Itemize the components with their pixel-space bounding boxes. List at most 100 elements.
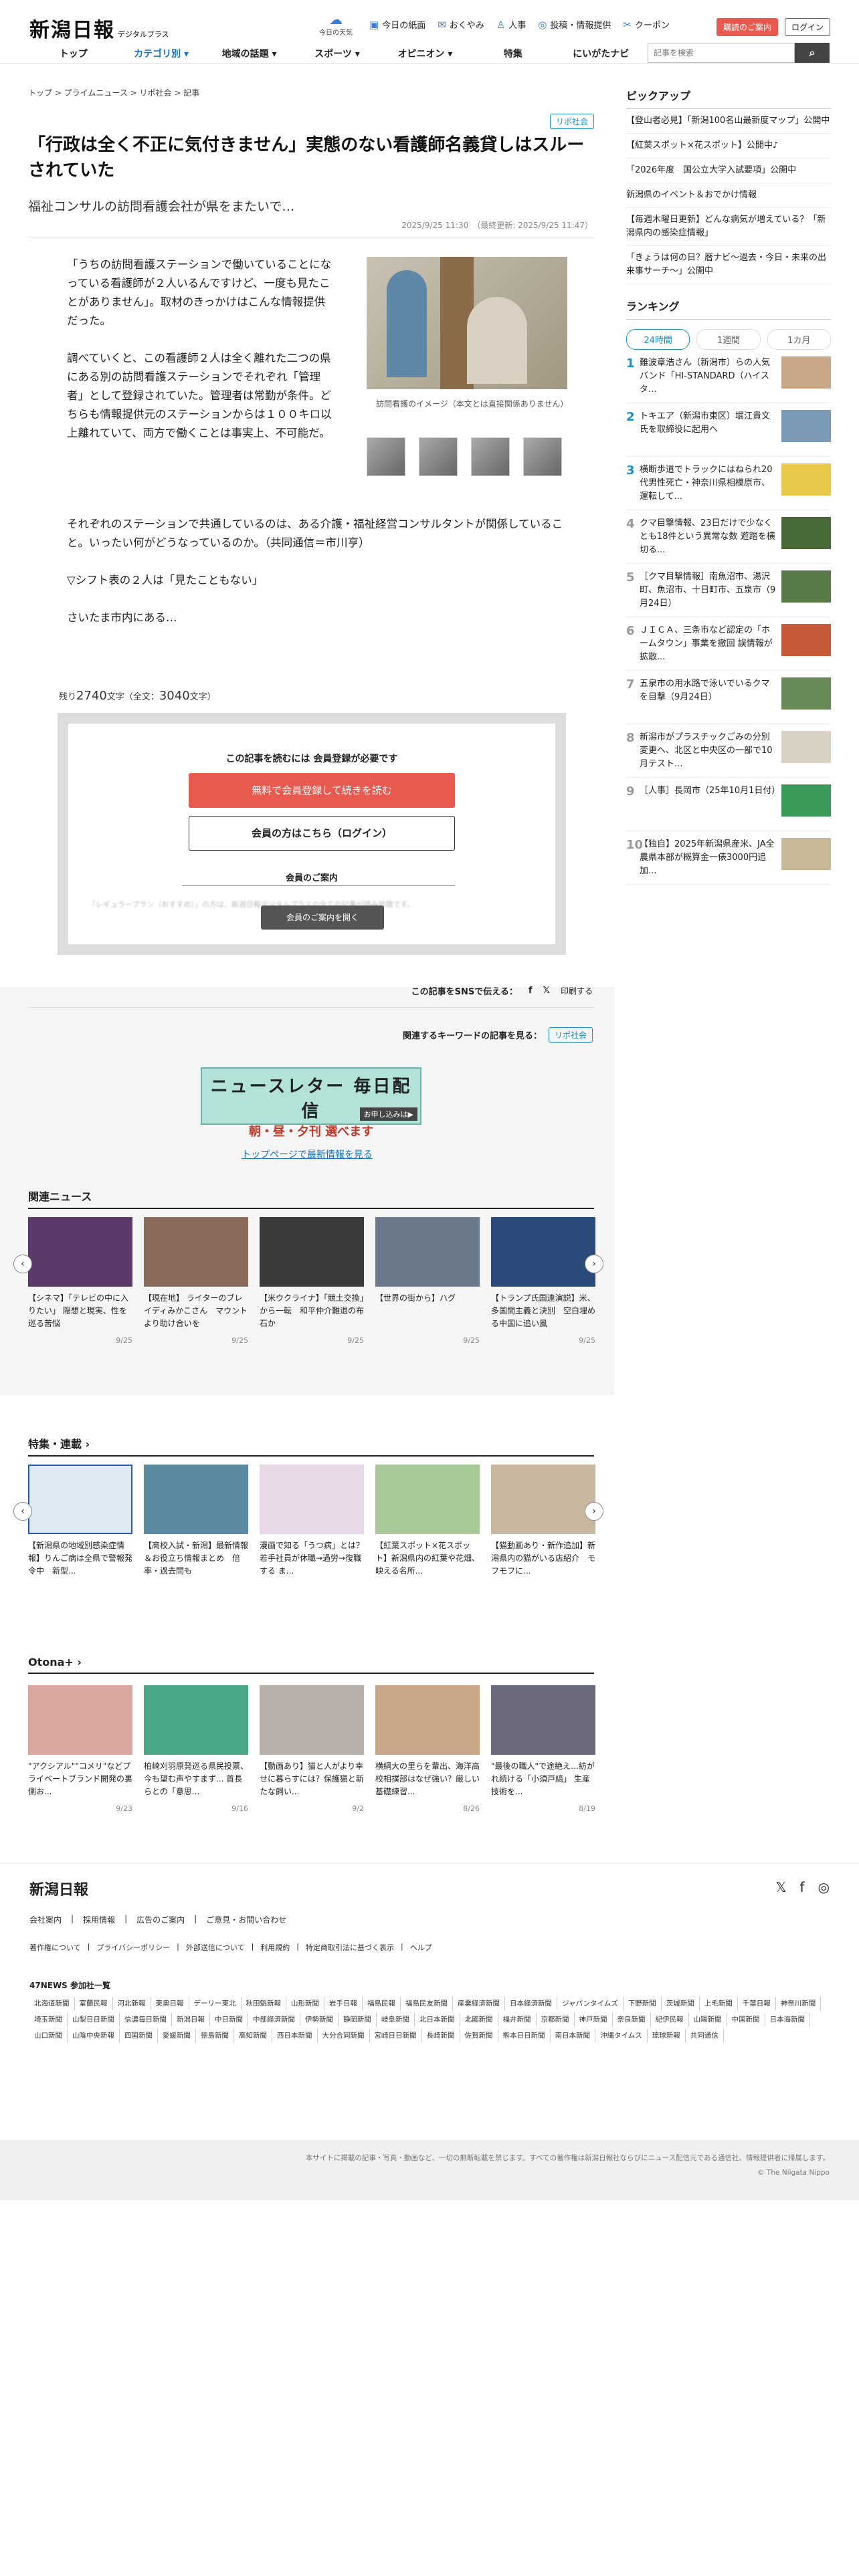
partner-paper-link[interactable]: 日本海新聞 bbox=[765, 2013, 810, 2026]
nav-opinion[interactable]: オピニオン ▾ bbox=[381, 43, 469, 66]
feature-card[interactable]: 【高校入試・新潟】最新情報＆お役立ち情報まとめ 倍率・過去問も bbox=[144, 1465, 248, 1578]
article-photo[interactable] bbox=[367, 257, 567, 389]
partner-paper-link[interactable]: 秋田魁新報 bbox=[242, 1997, 286, 2010]
keyword-tag[interactable]: リポ社会 bbox=[548, 1027, 593, 1043]
facebook-icon[interactable]: f bbox=[529, 986, 533, 996]
footer-link[interactable]: 会社案内 bbox=[29, 1914, 62, 1925]
pickup-item[interactable]: 【登山者必見】「新潟100名山最新度マップ」公開中 bbox=[626, 109, 831, 134]
weather-widget[interactable]: ☁ 今日の天気 bbox=[316, 12, 356, 37]
partner-paper-link[interactable]: 四国新聞 bbox=[120, 2029, 158, 2042]
site-logo[interactable]: 新潟日報 デジタルプラス bbox=[29, 13, 169, 43]
chevron-left-icon[interactable]: ‹ bbox=[13, 1502, 32, 1521]
otona-card[interactable]: 柏崎刈羽原発巡る県民投票、今も望む声やすまず... 首長らとの「意思... 9/1… bbox=[144, 1685, 248, 1813]
subscribe-button[interactable]: 購読のご案内 bbox=[717, 18, 779, 36]
tab-1week[interactable]: 1週間 bbox=[696, 329, 761, 350]
partner-paper-link[interactable]: 東奥日報 bbox=[151, 1997, 189, 2010]
feature-card[interactable]: 漫画で知る「うつ病」とは？ 若手社員が休職→過労→復職する ま... bbox=[260, 1465, 364, 1578]
partner-paper-link[interactable]: 中日新聞 bbox=[210, 2013, 248, 2026]
partner-paper-link[interactable]: 新潟日報 bbox=[172, 2013, 210, 2026]
partner-paper-link[interactable]: 山口新聞 bbox=[29, 2029, 68, 2042]
partner-paper-link[interactable]: 千葉日報 bbox=[738, 1997, 776, 2010]
login-button[interactable]: ログイン bbox=[785, 18, 831, 36]
ranking-item[interactable]: 4 クマ目撃情報、23日だけで少なくとも18件という異常な数 遊踏を横切る... bbox=[626, 510, 831, 564]
partner-paper-link[interactable]: 紀伊民報 bbox=[651, 2013, 689, 2026]
partner-paper-link[interactable]: 愛媛新聞 bbox=[158, 2029, 196, 2042]
otona-card[interactable]: "最後の職人"で途絶え…紡がれ続ける「小須戸縞」 生産技術を... 8/19 bbox=[491, 1685, 595, 1813]
util-submit[interactable]: ◎ 投稿・情報提供 bbox=[538, 18, 611, 31]
partner-paper-link[interactable]: ジャパンタイムズ bbox=[557, 1997, 624, 2010]
related-card[interactable]: 【現在地】 ライターのブレイディみかこさん マウントより助け合いを 9/25 bbox=[144, 1217, 248, 1345]
related-card[interactable]: 【米ウクライナ】「競土交換」から一転 和平仲介難退の布石か 9/25 bbox=[260, 1217, 364, 1345]
ranking-item[interactable]: 2 トキエア（新潟市東区）堀江貴文氏を取締役に起用へ bbox=[626, 403, 831, 457]
footer-link[interactable]: 外部送信について bbox=[186, 1942, 245, 1953]
facebook-icon[interactable]: f bbox=[800, 1879, 805, 1895]
partner-paper-link[interactable]: 京都新聞 bbox=[537, 2013, 575, 2026]
partner-paper-link[interactable]: 長崎新聞 bbox=[422, 2029, 460, 2042]
ranking-item[interactable]: 7 五泉市の用水路で泳いでいるクマを目撃（9月24日） bbox=[626, 671, 831, 724]
search-input[interactable] bbox=[648, 43, 795, 63]
otona-card[interactable]: "アクシアル""コメリ"などプライベートブランド開発の裏側お... 9/23 bbox=[28, 1685, 132, 1813]
print-button[interactable]: 印刷する bbox=[561, 985, 593, 996]
member-login-button[interactable]: 会員の方はこちら（ログイン） bbox=[189, 816, 455, 851]
otona-heading[interactable]: Otona+ › bbox=[28, 1656, 594, 1674]
nav-sports[interactable]: スポーツ ▾ bbox=[293, 43, 381, 66]
related-card[interactable]: 【世界の街から】ハグ 9/25 bbox=[375, 1217, 480, 1345]
pickup-item[interactable]: 【紅葉スポット×花スポット】公開中♪ bbox=[626, 134, 831, 158]
partner-paper-link[interactable]: 静岡新聞 bbox=[339, 2013, 377, 2026]
footer-link[interactable]: 著作権について bbox=[29, 1942, 81, 1953]
open-guide-button[interactable]: 会員のご案内を開く bbox=[261, 905, 384, 930]
partner-paper-link[interactable]: 茨城新聞 bbox=[662, 1997, 700, 2010]
partner-paper-link[interactable]: 神奈川新聞 bbox=[776, 1997, 822, 2010]
partner-paper-link[interactable]: 奈良新聞 bbox=[613, 2013, 651, 2026]
nav-top[interactable]: トップ bbox=[29, 43, 117, 66]
feature-card[interactable]: 【猫動画あり・新作追加】新潟県内の猫がいる店紹介 モフモフに... bbox=[491, 1465, 595, 1578]
partner-paper-link[interactable]: 北國新聞 bbox=[460, 2013, 498, 2026]
footer-link[interactable]: プライバシーポリシー bbox=[96, 1942, 170, 1953]
x-icon[interactable]: 𝕏 bbox=[543, 986, 550, 996]
pickup-item[interactable]: 「2026年度 国公立大学入試要項」公開中 bbox=[626, 158, 831, 183]
ranking-item[interactable]: 6 ＪＩＣＡ、三条市など認定の「ホームタウン」事業を撤回 誤情報が拡散... bbox=[626, 617, 831, 671]
photo-thumb[interactable] bbox=[367, 437, 405, 476]
pickup-item[interactable]: 新潟県のイベント＆おでかけ情報 bbox=[626, 183, 831, 208]
feature-card[interactable]: 【新潟県の地域別感染症情報】りんご病は全県で警報発令中 新型... bbox=[28, 1465, 132, 1578]
partner-paper-link[interactable]: 岐阜新聞 bbox=[377, 2013, 415, 2026]
ranking-item[interactable]: 3 横断歩道でトラックにはねられ20代男性死亡・神奈川県相模原市、運転して... bbox=[626, 457, 831, 510]
ranking-item[interactable]: 1 難波章浩さん（新潟市）らの人気バンド「HI-STANDARD（ハイスタ... bbox=[626, 350, 831, 403]
partner-paper-link[interactable]: 福井新聞 bbox=[498, 2013, 537, 2026]
pickup-item[interactable]: 【毎週木曜日更新】どんな病気が増えている？「新潟県内の感染症情報」 bbox=[626, 208, 831, 246]
footer-link[interactable]: 広告のご案内 bbox=[136, 1914, 185, 1925]
photo-thumb[interactable] bbox=[471, 437, 510, 476]
chevron-right-icon[interactable]: › bbox=[585, 1255, 603, 1273]
partner-paper-link[interactable]: 伊勢新聞 bbox=[300, 2013, 339, 2026]
partner-paper-link[interactable]: 北海道新聞 bbox=[29, 1997, 75, 2010]
article-tag[interactable]: リポ社会 bbox=[549, 114, 594, 129]
related-card[interactable]: 【シネマ】「テレビの中に入りたい」 隠想と現実、性を巡る苦悩 9/25 bbox=[28, 1217, 132, 1345]
partner-paper-link[interactable]: 沖縄タイムス bbox=[595, 2029, 648, 2042]
partner-paper-link[interactable]: 福島民友新聞 bbox=[401, 1997, 453, 2010]
partner-paper-link[interactable]: 下野新聞 bbox=[624, 1997, 662, 2010]
partner-paper-link[interactable]: 大分合同新聞 bbox=[318, 2029, 370, 2042]
partner-paper-link[interactable]: 河北新報 bbox=[113, 1997, 151, 2010]
otona-card[interactable]: 【動画あり】猫と人がより幸せに暮らすには？保護猫と新たな飼い... 9/2 bbox=[260, 1685, 364, 1813]
partner-paper-link[interactable]: 南日本新聞 bbox=[551, 2029, 595, 2042]
partner-paper-link[interactable]: 徳島新聞 bbox=[196, 2029, 234, 2042]
partner-paper-link[interactable]: デーリー東北 bbox=[189, 1997, 242, 2010]
partner-paper-link[interactable]: 西日本新聞 bbox=[272, 2029, 318, 2042]
partner-paper-link[interactable]: 琉球新報 bbox=[648, 2029, 686, 2042]
ranking-item[interactable]: 10 【独自】2025年新潟県産米、JA全農県本部が概算金一俵3000円追加... bbox=[626, 831, 831, 885]
footer-link[interactable]: 利用規約 bbox=[260, 1942, 290, 1953]
partner-paper-link[interactable]: 中部経済新聞 bbox=[248, 2013, 300, 2026]
util-coupon[interactable]: ✂ クーポン bbox=[623, 18, 670, 31]
partner-paper-link[interactable]: 日本経済新聞 bbox=[505, 1997, 557, 2010]
partner-paper-link[interactable]: 共同通信 bbox=[686, 2029, 724, 2042]
partner-paper-link[interactable]: 室蘭民報 bbox=[75, 1997, 113, 2010]
footer-link[interactable]: 特定商取引法に基づく表示 bbox=[306, 1942, 394, 1953]
chevron-left-icon[interactable]: ‹ bbox=[13, 1255, 32, 1273]
partner-paper-link[interactable]: 山梨日日新聞 bbox=[68, 2013, 120, 2026]
ranking-item[interactable]: 5 ［クマ目撃情報］南魚沼市、湯沢町、魚沼市、十日町市、五泉市（9月24日） bbox=[626, 564, 831, 617]
ranking-item[interactable]: 9 ［人事］長岡市（25年10月1日付） bbox=[626, 778, 831, 831]
chevron-right-icon[interactable]: › bbox=[585, 1502, 603, 1521]
photo-thumb[interactable] bbox=[419, 437, 458, 476]
util-obituary[interactable]: ✉ おくやみ bbox=[438, 18, 484, 31]
breadcrumb[interactable]: トップ > プライムニュース > リポ社会 > 記事 bbox=[28, 87, 199, 98]
